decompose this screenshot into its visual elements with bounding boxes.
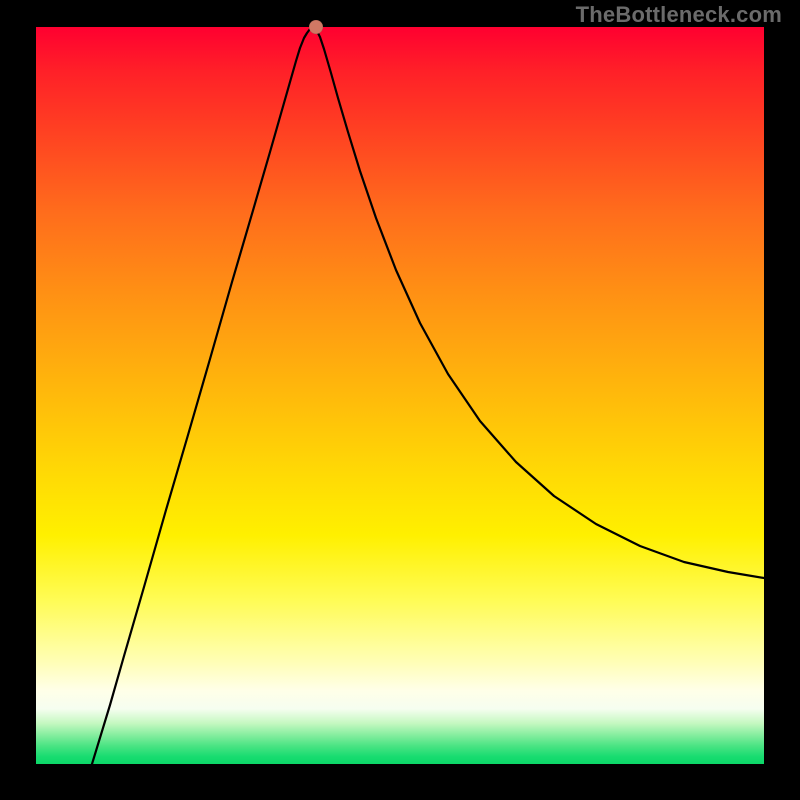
bottleneck-curve <box>36 27 764 764</box>
optimum-marker <box>309 20 323 34</box>
watermark-text: TheBottleneck.com <box>576 2 782 28</box>
chart-container: TheBottleneck.com <box>0 0 800 800</box>
curve-path <box>92 27 764 764</box>
